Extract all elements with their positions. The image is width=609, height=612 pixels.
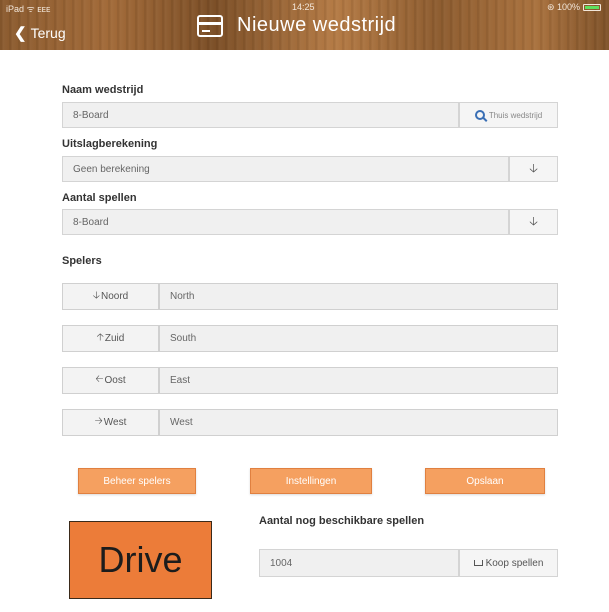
remaining-games-value: 1004 bbox=[259, 549, 459, 577]
manage-players-button[interactable]: Beheer spelers bbox=[78, 468, 196, 494]
status-battery: ⊛ 100% bbox=[547, 2, 601, 13]
search-icon bbox=[474, 110, 485, 120]
player-west-button[interactable]: 🡢 West bbox=[62, 409, 159, 436]
player-west-input[interactable]: West bbox=[159, 409, 558, 436]
arrow-down-icon: 🡣 bbox=[92, 290, 100, 301]
player-north-input[interactable]: North bbox=[159, 283, 558, 310]
chevron-left-icon: ❮ bbox=[14, 25, 27, 42]
status-time: 14:25 bbox=[292, 2, 315, 12]
player-north-button[interactable]: 🡣 Noord bbox=[62, 283, 159, 310]
arrow-down-icon: 🡣 bbox=[529, 160, 538, 175]
games-count-select[interactable]: 8-Board bbox=[62, 209, 509, 235]
battery-icon bbox=[583, 4, 601, 11]
settings-button[interactable]: Instellingen bbox=[250, 468, 372, 494]
title-group: Nieuwe wedstrijd bbox=[197, 14, 396, 37]
player-east-button[interactable]: 🡠 Oost bbox=[62, 367, 159, 394]
back-button[interactable]: ❮ Terug bbox=[14, 24, 66, 42]
drive-logo: Drive bbox=[69, 521, 212, 599]
credit-card-icon bbox=[197, 14, 223, 37]
home-match-label: Thuis wedstrijd bbox=[488, 110, 543, 120]
player-south-input[interactable]: South bbox=[159, 325, 558, 352]
games-count-label: Aantal spellen bbox=[62, 192, 137, 204]
arrow-up-icon: 🡡 bbox=[96, 332, 104, 343]
battery-label: ⊛ 100% bbox=[546, 2, 580, 12]
games-count-dropdown-button[interactable]: 🡣 bbox=[509, 209, 558, 235]
save-button[interactable]: Opslaan bbox=[425, 468, 545, 494]
arrow-down-icon: 🡣 bbox=[529, 213, 538, 228]
direction-label: Noord bbox=[100, 291, 129, 302]
match-name-label: Naam wedstrijd bbox=[62, 84, 144, 96]
direction-label: Zuid bbox=[104, 333, 125, 344]
back-label: Terug bbox=[30, 25, 66, 41]
result-calc-label: Uitslagberekening bbox=[62, 138, 158, 150]
arrow-left-icon: 🡠 bbox=[95, 374, 104, 385]
buy-games-label: Koop spellen bbox=[485, 557, 544, 569]
player-east-input[interactable]: East bbox=[159, 367, 558, 394]
direction-label: Oost bbox=[104, 375, 126, 386]
buy-games-button[interactable]: Koop spellen bbox=[459, 549, 558, 577]
status-carrier: iPad ᯤ ᴇᴇᴇ bbox=[6, 4, 51, 14]
player-south-button[interactable]: 🡡 Zuid bbox=[62, 325, 159, 352]
remaining-games-label: Aantal nog beschikbare spellen bbox=[259, 515, 425, 527]
cart-icon bbox=[473, 560, 483, 566]
players-label: Spelers bbox=[62, 255, 102, 267]
page-title: Nieuwe wedstrijd bbox=[237, 14, 397, 36]
result-calc-select[interactable]: Geen berekening bbox=[62, 156, 509, 182]
match-name-input[interactable]: 8-Board bbox=[62, 102, 459, 128]
arrow-right-icon: 🡢 bbox=[94, 416, 103, 427]
home-match-search-button[interactable]: Thuis wedstrijd bbox=[459, 102, 558, 128]
result-calc-dropdown-button[interactable]: 🡣 bbox=[509, 156, 558, 182]
direction-label: West bbox=[103, 417, 127, 428]
nav-bar: iPad ᯤ ᴇᴇᴇ 14:25 ⊛ 100% ❮ Terug Nieuwe w… bbox=[0, 0, 609, 50]
